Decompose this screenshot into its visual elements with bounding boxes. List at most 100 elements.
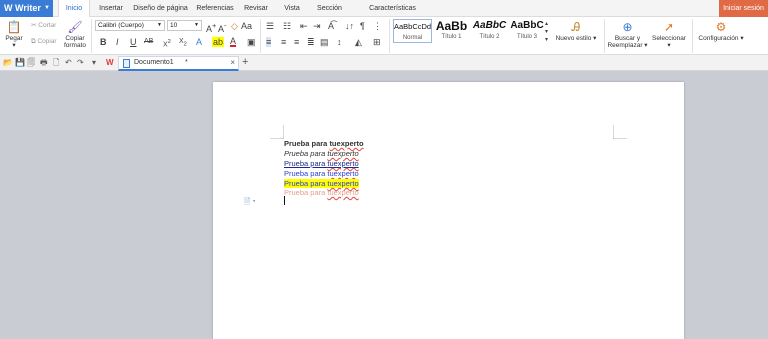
select-button[interactable]: ➚ Seleccionar ▾ [650,20,688,49]
document-line-5[interactable]: Prueba para tuexperto [284,179,359,188]
document-line-2[interactable]: Prueba para tuexperto [284,149,359,158]
cut-label: Cortar [38,22,57,29]
print-icon[interactable]: 🖶 [40,57,48,68]
font-size-value: 10 [170,22,178,29]
align-right-icon[interactable]: ≡ [294,37,299,47]
text-effect-icon[interactable]: A [196,37,202,47]
strikethrough-icon[interactable]: AB [144,37,153,47]
numbered-list-icon[interactable]: ☷ [283,21,291,31]
wps-logo-icon[interactable]: W [106,57,114,68]
line-word: tuexperto [327,149,359,158]
styles-scroll-icon[interactable]: ▴ ▾ ▾ [545,20,548,44]
font-color-icon[interactable]: A [230,37,237,47]
change-case-icon[interactable]: Aa [241,21,252,31]
close-icon[interactable]: × [230,58,235,67]
highlight-icon[interactable]: ab [212,37,225,47]
settings-button[interactable]: ⚙ Configuración ▾ [697,20,745,42]
line-text: Prueba para [284,179,328,188]
new-style-button[interactable]: Ꭿ Nuevo estilo ▾ [554,20,598,42]
print-preview-icon[interactable]: 🗋 [53,57,59,68]
underline-icon[interactable]: U [130,37,137,47]
tab-vista[interactable]: Vista [277,0,307,17]
save-as-icon[interactable]: 🗐 [27,57,35,68]
paste-button[interactable]: 📋 Pegar ▾ [3,20,25,49]
text-cursor [284,196,285,205]
character-border-icon[interactable]: ▣ [247,37,256,47]
document-tab-title: Documento1 [134,59,174,66]
tab-insertar[interactable]: Insertar [93,0,129,17]
style-heading-3[interactable]: AaBbC Título 3 [509,19,545,43]
line-text: Prueba para [284,159,328,168]
bold-icon[interactable]: B [100,37,107,47]
grow-font-icon[interactable]: A+ [206,21,216,34]
format-painter-button[interactable]: 🖌 Copiar formato [62,20,88,49]
customize-toolbar-icon[interactable]: ▾ [92,57,96,68]
find-replace-button[interactable]: ⊕ Buscar y Reemplazar ▾ [607,20,648,49]
sort-icon[interactable]: ↓↑ [345,21,354,31]
shrink-font-icon[interactable]: A- [218,21,227,34]
tab-seccion[interactable]: Sección [311,0,348,17]
find-label-1: Buscar y [614,35,641,42]
document-line-4[interactable]: Prueba para tuexperto [284,169,359,178]
align-center-icon[interactable]: ≡ [281,37,286,47]
paste-options-icon[interactable]: 🗎 ▾ [244,196,256,210]
new-style-icon: Ꭿ [571,20,581,34]
font-size-select[interactable]: 10 ▼ [167,20,202,31]
unsaved-marker: * [185,59,188,66]
format-painter-label-1: Copiar [65,35,85,42]
tab-diseno-de-pagina[interactable]: Diseño de página [132,0,189,17]
superscript-icon[interactable]: X2 [163,37,171,50]
increase-indent-icon[interactable]: ⇥ [313,21,321,31]
clear-format-icon[interactable]: ◇ [231,21,238,31]
shading-icon[interactable]: ◭ [355,37,362,47]
redo-icon[interactable]: ↷ [77,57,84,68]
tab-revisar[interactable]: Revisar [240,0,272,17]
bullet-list-icon[interactable]: ☰ [266,21,274,31]
style-normal[interactable]: AaBbCcDd Normal [393,19,432,43]
settings-icon: ⚙ [715,20,727,34]
app-menu-button[interactable]: W Writer ▼ [0,0,53,17]
paragraph-dialog-icon[interactable]: ⋮ [373,21,382,31]
line-word: tuexperto [327,169,359,178]
margin-corner-top-left [270,125,284,139]
new-tab-button[interactable]: + [242,56,248,68]
tab-inicio[interactable]: Inicio [58,0,90,17]
asian-layout-icon[interactable]: A͡ [328,21,334,31]
divider [604,19,605,53]
save-icon[interactable]: 💾 [15,57,25,68]
decrease-indent-icon[interactable]: ⇤ [300,21,308,31]
chevron-down-icon: ▼ [157,22,162,28]
borders-icon[interactable]: ⊞ [373,37,381,47]
undo-icon[interactable]: ↶ [65,57,72,68]
line-word: tuexperto [327,179,359,188]
justify-icon[interactable]: ≣ [307,37,315,47]
line-word: tuexperto [327,188,359,197]
margin-corner-top-right [613,125,627,139]
font-name-select[interactable]: Calibri (Cuerpo) ▼ [95,20,165,31]
tab-referencias[interactable]: Referencias [193,0,237,17]
line-word: tuexperto [329,139,364,148]
show-marks-icon[interactable]: ¶ [360,21,365,31]
document-tab[interactable]: Documento1 * × [118,56,239,71]
style-label: Normal [402,35,423,41]
paste-icon: 📋 [6,20,22,34]
subscript-icon[interactable]: X2 [179,37,187,49]
open-folder-icon[interactable]: 📂 [3,57,13,68]
line-spacing-icon[interactable]: ↕ [337,37,342,47]
align-left-icon[interactable]: ≡ [266,37,272,47]
document-page[interactable]: Prueba para tuexperto Prueba para tuexpe… [213,82,684,339]
search-icon: ⊕ [622,20,633,34]
document-line-1[interactable]: Prueba para tuexperto [284,139,364,148]
italic-icon[interactable]: I [116,37,119,47]
document-line-6[interactable]: Prueba para tuexperto [284,188,359,197]
copy-button[interactable]: ⧉ Copiar [31,38,57,46]
style-heading-1[interactable]: AaBb Título 1 [433,19,470,43]
distributed-icon[interactable]: ▤ [320,37,329,47]
document-line-3[interactable]: Prueba para tuexperto [284,159,359,168]
style-sample: AaBb [435,19,468,33]
login-button[interactable]: Iniciar sesión [719,0,768,17]
cut-button[interactable]: ✂ Cortar [31,21,56,29]
ribbon: 📋 Pegar ▾ ✂ Cortar ⧉ Copiar 🖌 Copiar for… [0,17,768,55]
tab-caracteristicas-especiales[interactable]: Características especiales [353,0,432,29]
style-heading-2[interactable]: AaBbC Título 2 [471,19,508,43]
